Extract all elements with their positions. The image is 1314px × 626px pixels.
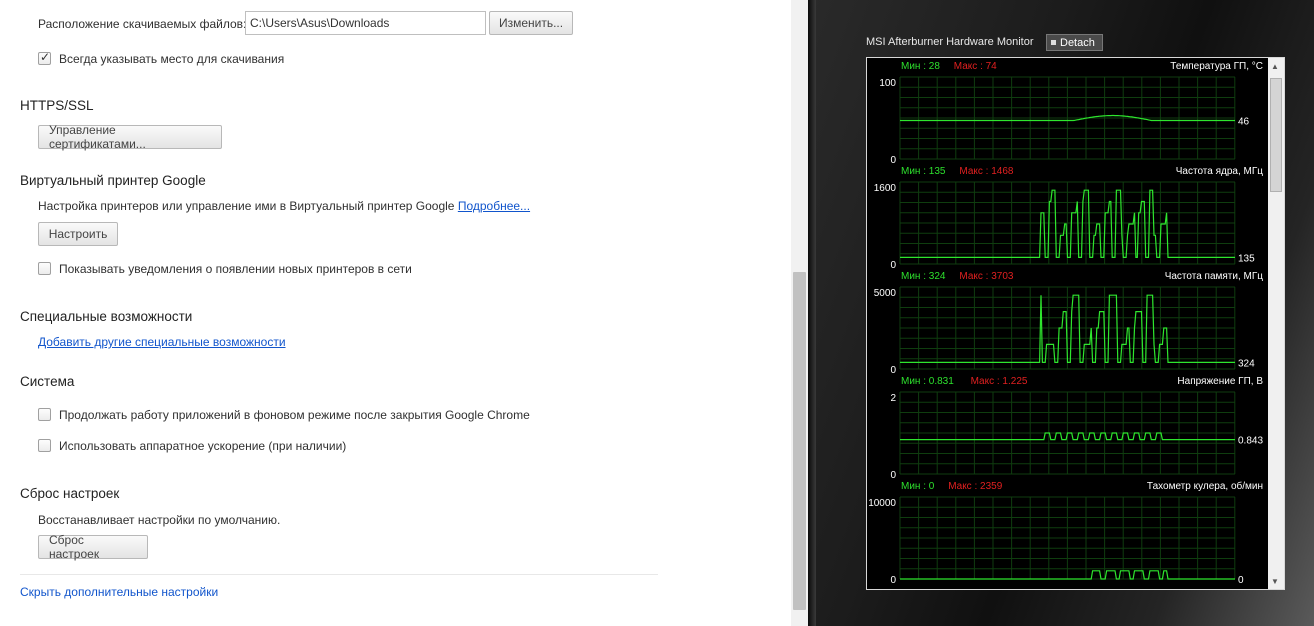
graph-max-value: Макс : 1.225 — [971, 376, 1028, 387]
printer-notify-label: Показывать уведомления о появлении новых… — [59, 262, 412, 276]
page-scrollbar[interactable] — [791, 0, 808, 626]
section-title-system: Система — [20, 374, 75, 389]
section-title-cloud-print: Виртуальный принтер Google — [20, 173, 206, 188]
section-title-accessibility: Специальные возможности — [20, 309, 193, 324]
cloud-print-description: Настройка принтеров или управление ими в… — [38, 199, 530, 213]
divider — [20, 574, 658, 575]
graph-title: Частота памяти, МГц — [1165, 271, 1264, 282]
detach-button-label: Detach — [1060, 36, 1095, 49]
graph-current-value: 324 — [1238, 358, 1255, 369]
graph-max-value: Макс : 2359 — [948, 481, 1003, 492]
cloud-print-description-text: Настройка принтеров или управление ими в… — [38, 199, 455, 213]
afterburner-title: MSI Afterburner Hardware Monitor — [866, 36, 1034, 48]
learn-more-link[interactable]: Подробнее... — [458, 199, 530, 213]
graph-max-value: Макс : 74 — [954, 61, 997, 72]
graph-current-value: 0.843 — [1238, 436, 1263, 447]
graph-y-max-label: 10000 — [868, 498, 896, 509]
graph-max-value: Макс : 1468 — [959, 166, 1014, 177]
scroll-down-icon[interactable]: ▼ — [1271, 577, 1279, 586]
download-location-label: Расположение скачиваемых файлов: — [38, 17, 247, 31]
graph-current-value: 0 — [1238, 575, 1244, 586]
graph-y-max-label: 2 — [890, 393, 896, 404]
change-location-button[interactable]: Изменить... — [489, 11, 573, 35]
graph-y-min-label: 0 — [890, 470, 896, 481]
graph-y-max-label: 100 — [879, 78, 896, 89]
graph-title: Напряжение ГП, В — [1177, 376, 1263, 387]
graph-min-value: Мин : 324 — [901, 271, 946, 282]
graph-y-max-label: 5000 — [874, 288, 897, 299]
afterburner-frame-edge — [808, 0, 816, 626]
graph-max-value: Макс : 3703 — [959, 271, 1014, 282]
section-title-reset: Сброс настроек — [20, 486, 120, 501]
graph-title: Тахометр кулера, об/мин — [1147, 480, 1263, 492]
always-ask-label: Всегда указывать место для скачивания — [59, 52, 285, 66]
graph-min-value: Мин : 0 — [901, 481, 935, 492]
always-ask-checkbox[interactable]: ✓ — [38, 50, 51, 65]
graph-y-min-label: 0 — [890, 575, 896, 586]
download-location-input[interactable] — [245, 11, 486, 35]
graph-min-value: Мин : 28 — [901, 61, 940, 72]
chrome-settings-pane: Расположение скачиваемых файлов: Изменит… — [0, 0, 791, 626]
scroll-up-icon[interactable]: ▲ — [1271, 62, 1279, 71]
section-title-https: HTTPS/SSL — [20, 98, 94, 113]
cloud-print-setup-button[interactable]: Настроить — [38, 222, 118, 246]
graph-title: Температура ГП, °C — [1170, 61, 1263, 72]
detach-button[interactable]: Detach — [1046, 34, 1103, 51]
detach-icon — [1051, 40, 1056, 45]
manage-certificates-button[interactable]: Управление сертификатами... — [38, 123, 222, 151]
hide-advanced-link[interactable]: Скрыть дополнительные настройки — [20, 585, 218, 599]
checkmark-icon: ✓ — [40, 50, 51, 64]
hardware-acceleration-checkbox[interactable] — [38, 439, 51, 452]
graph-current-value: 46 — [1238, 116, 1250, 127]
graph-y-max-label: 1600 — [874, 183, 897, 194]
monitor-scrollbar-thumb[interactable] — [1270, 78, 1282, 192]
graph-y-min-label: 0 — [890, 155, 896, 166]
graph-current-value: 135 — [1238, 253, 1255, 264]
background-apps-label: Продолжать работу приложений в фоновом р… — [59, 408, 530, 422]
graph-y-min-label: 0 — [890, 260, 896, 271]
add-accessibility-link[interactable]: Добавить другие специальные возможности — [38, 335, 286, 349]
graph-min-value: Мин : 135 — [901, 166, 946, 177]
background-apps-checkbox[interactable] — [38, 408, 51, 421]
graph-min-value: Мин : 0.831 — [901, 376, 954, 387]
hardware-acceleration-label: Использовать аппаратное ускорение (при н… — [59, 439, 347, 453]
reset-settings-button[interactable]: Сброс настроек — [38, 533, 148, 561]
monitor-graphs: Мин : 28 Макс : 74 Температура ГП, °C 100 0 4… — [868, 61, 1264, 586]
reset-description: Восстанавливает настройки по умолчанию. — [38, 513, 281, 527]
graph-title: Частота ядра, МГц — [1176, 166, 1264, 177]
graph-y-min-label: 0 — [890, 365, 896, 376]
printer-notify-checkbox[interactable] — [38, 262, 51, 275]
page-scrollbar-thumb[interactable] — [793, 272, 806, 610]
